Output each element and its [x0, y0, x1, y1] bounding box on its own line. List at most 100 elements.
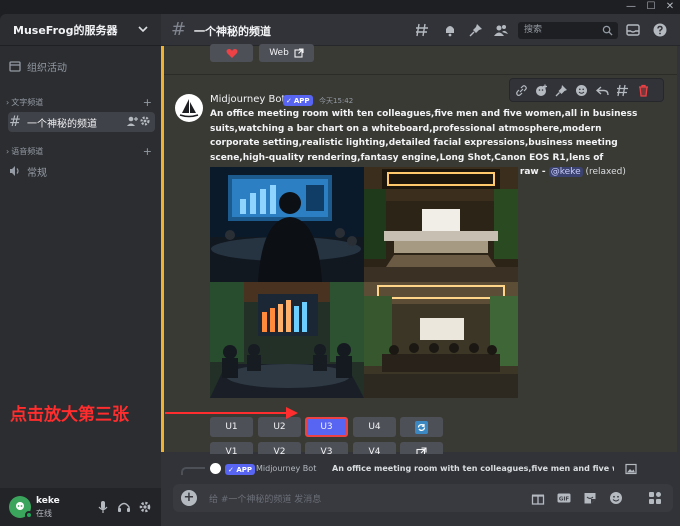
- events-item[interactable]: 组织活动: [8, 57, 155, 75]
- pin-icon[interactable]: [469, 23, 483, 37]
- upscale-u2-button[interactable]: U2: [258, 417, 301, 437]
- message-author[interactable]: Midjourney Bot: [210, 94, 285, 105]
- category-label: 语音频道: [11, 147, 44, 156]
- channel-label: 一个神秘的频道: [27, 118, 97, 130]
- image-quadrant-4: [364, 282, 518, 398]
- web-link-button[interactable]: Web: [259, 44, 314, 62]
- apps-icon[interactable]: [648, 491, 662, 505]
- link-icon[interactable]: [515, 84, 528, 97]
- message-input[interactable]: + 给 #一个神秘的频道 发消息 GIF: [173, 484, 673, 512]
- image-quadrant-2: [364, 167, 518, 282]
- inbox-icon[interactable]: [626, 23, 640, 37]
- annotation-label: 点击放大第三张: [10, 405, 129, 425]
- bot-avatar[interactable]: [175, 94, 203, 122]
- microphone-icon[interactable]: [96, 500, 110, 514]
- upscale-u1-button[interactable]: U1: [210, 417, 253, 437]
- channel-title: 一个神秘的频道: [194, 25, 271, 38]
- create-thread-icon[interactable]: [616, 84, 629, 97]
- hash-icon: #: [9, 114, 21, 130]
- channel-header: # 一个神秘的频道 搜索: [161, 14, 680, 46]
- user-panel: keke 在线: [0, 488, 161, 526]
- close-window-button[interactable]: ✕: [661, 0, 679, 14]
- help-icon[interactable]: [653, 23, 667, 37]
- app-badge: ✓ APP: [283, 95, 313, 106]
- web-label: Web: [269, 48, 289, 58]
- text-channels-category[interactable]: › 文字频道 +: [6, 96, 156, 109]
- bell-icon[interactable]: [443, 23, 457, 37]
- events-label: 组织活动: [27, 62, 67, 74]
- user-mention[interactable]: @keke: [548, 167, 583, 177]
- pin-icon[interactable]: [555, 84, 568, 97]
- heart-button[interactable]: [210, 44, 253, 62]
- reply-icon[interactable]: [596, 84, 609, 97]
- message-list: Web Midjourney Bot ✓ APP 今天15:42 An offi…: [164, 44, 677, 462]
- message-timestamp: 今天15:42: [319, 97, 354, 105]
- speaker-icon: [8, 164, 22, 178]
- voice-channels-category[interactable]: › 语音频道 +: [6, 145, 156, 158]
- channel-label: 常规: [27, 167, 47, 179]
- upload-plus-button[interactable]: +: [181, 490, 197, 506]
- svg-text:GIF: GIF: [559, 497, 570, 503]
- check-icon: ✓: [286, 96, 292, 105]
- gif-icon[interactable]: GIF: [557, 491, 571, 505]
- hash-icon: #: [171, 19, 187, 40]
- chevron-down-icon: [138, 26, 148, 33]
- add-member-icon[interactable]: [126, 115, 138, 130]
- sidebar-item-general-voice[interactable]: 常规: [8, 162, 155, 180]
- search-placeholder: 搜索: [524, 25, 543, 35]
- reply-preview[interactable]: ✓ APP Midjourney Bot An office meeting r…: [161, 454, 680, 484]
- mode-label: (relaxed): [582, 167, 626, 177]
- members-icon[interactable]: [494, 23, 508, 37]
- reply-avatar: [210, 463, 221, 474]
- delete-icon[interactable]: [637, 84, 650, 97]
- message-action-toolbar: [509, 78, 664, 102]
- image-quadrant-1: [210, 167, 364, 282]
- emoji-icon[interactable]: [575, 84, 588, 97]
- search-input[interactable]: 搜索: [518, 22, 618, 39]
- reroll-button[interactable]: [400, 417, 443, 437]
- server-name: MuseFrog的服务器: [13, 23, 118, 37]
- message-placeholder: 给 #一个神秘的频道 发消息: [209, 495, 322, 505]
- reply-author: Midjourney Bot: [256, 464, 317, 473]
- sidebar-item-mysterious-channel[interactable]: # 一个神秘的频道: [8, 112, 155, 132]
- upscale-u4-button[interactable]: U4: [353, 417, 396, 437]
- generated-image-grid[interactable]: [210, 167, 518, 398]
- image-icon: [625, 463, 637, 475]
- reply-connector: [181, 467, 205, 475]
- sticker-icon[interactable]: [583, 491, 597, 505]
- annotation-arrow-line: [165, 412, 289, 414]
- add-reaction-icon[interactable]: [535, 84, 548, 97]
- gear-icon[interactable]: [139, 115, 151, 130]
- app-badge-label: APP: [293, 96, 310, 105]
- user-settings-icon[interactable]: [138, 500, 152, 514]
- username: keke: [36, 496, 60, 506]
- channel-sidebar: MuseFrog的服务器 组织活动 › 文字频道 + # 一个神秘的频道 › 语…: [0, 14, 161, 526]
- headphones-icon[interactable]: [117, 500, 131, 514]
- main-chat: # 一个神秘的频道 搜索 Web Midjourney Bot ✓ APP 今天…: [161, 14, 680, 526]
- arrow-head-icon: [286, 407, 298, 419]
- search-icon: [602, 25, 613, 36]
- gift-icon[interactable]: [531, 491, 545, 505]
- refresh-icon: [415, 420, 428, 434]
- user-status: 在线: [36, 509, 52, 518]
- sailboat-icon: [179, 99, 199, 118]
- image-quadrant-3: [210, 282, 364, 398]
- calendar-icon: [8, 59, 22, 73]
- title-bar: — ☐ ✕: [0, 0, 680, 14]
- external-link-icon: [294, 48, 304, 58]
- threads-icon[interactable]: [415, 23, 429, 37]
- server-header[interactable]: MuseFrog的服务器: [0, 14, 161, 46]
- emoji-icon[interactable]: [609, 491, 623, 505]
- reply-app-badge: ✓ APP: [225, 464, 255, 475]
- heart-icon: [226, 48, 237, 58]
- add-channel-icon[interactable]: +: [143, 145, 152, 158]
- minimize-button[interactable]: —: [622, 0, 640, 14]
- upscale-u3-button[interactable]: U3: [305, 417, 348, 437]
- online-status-dot: [25, 511, 33, 519]
- maximize-button[interactable]: ☐: [642, 0, 660, 14]
- reply-app-label: APP: [236, 465, 252, 474]
- message-divider: [164, 74, 677, 75]
- category-label: 文字频道: [11, 98, 44, 107]
- reply-snippet: An office meeting room with ten colleagu…: [332, 464, 614, 473]
- add-channel-icon[interactable]: +: [143, 96, 152, 109]
